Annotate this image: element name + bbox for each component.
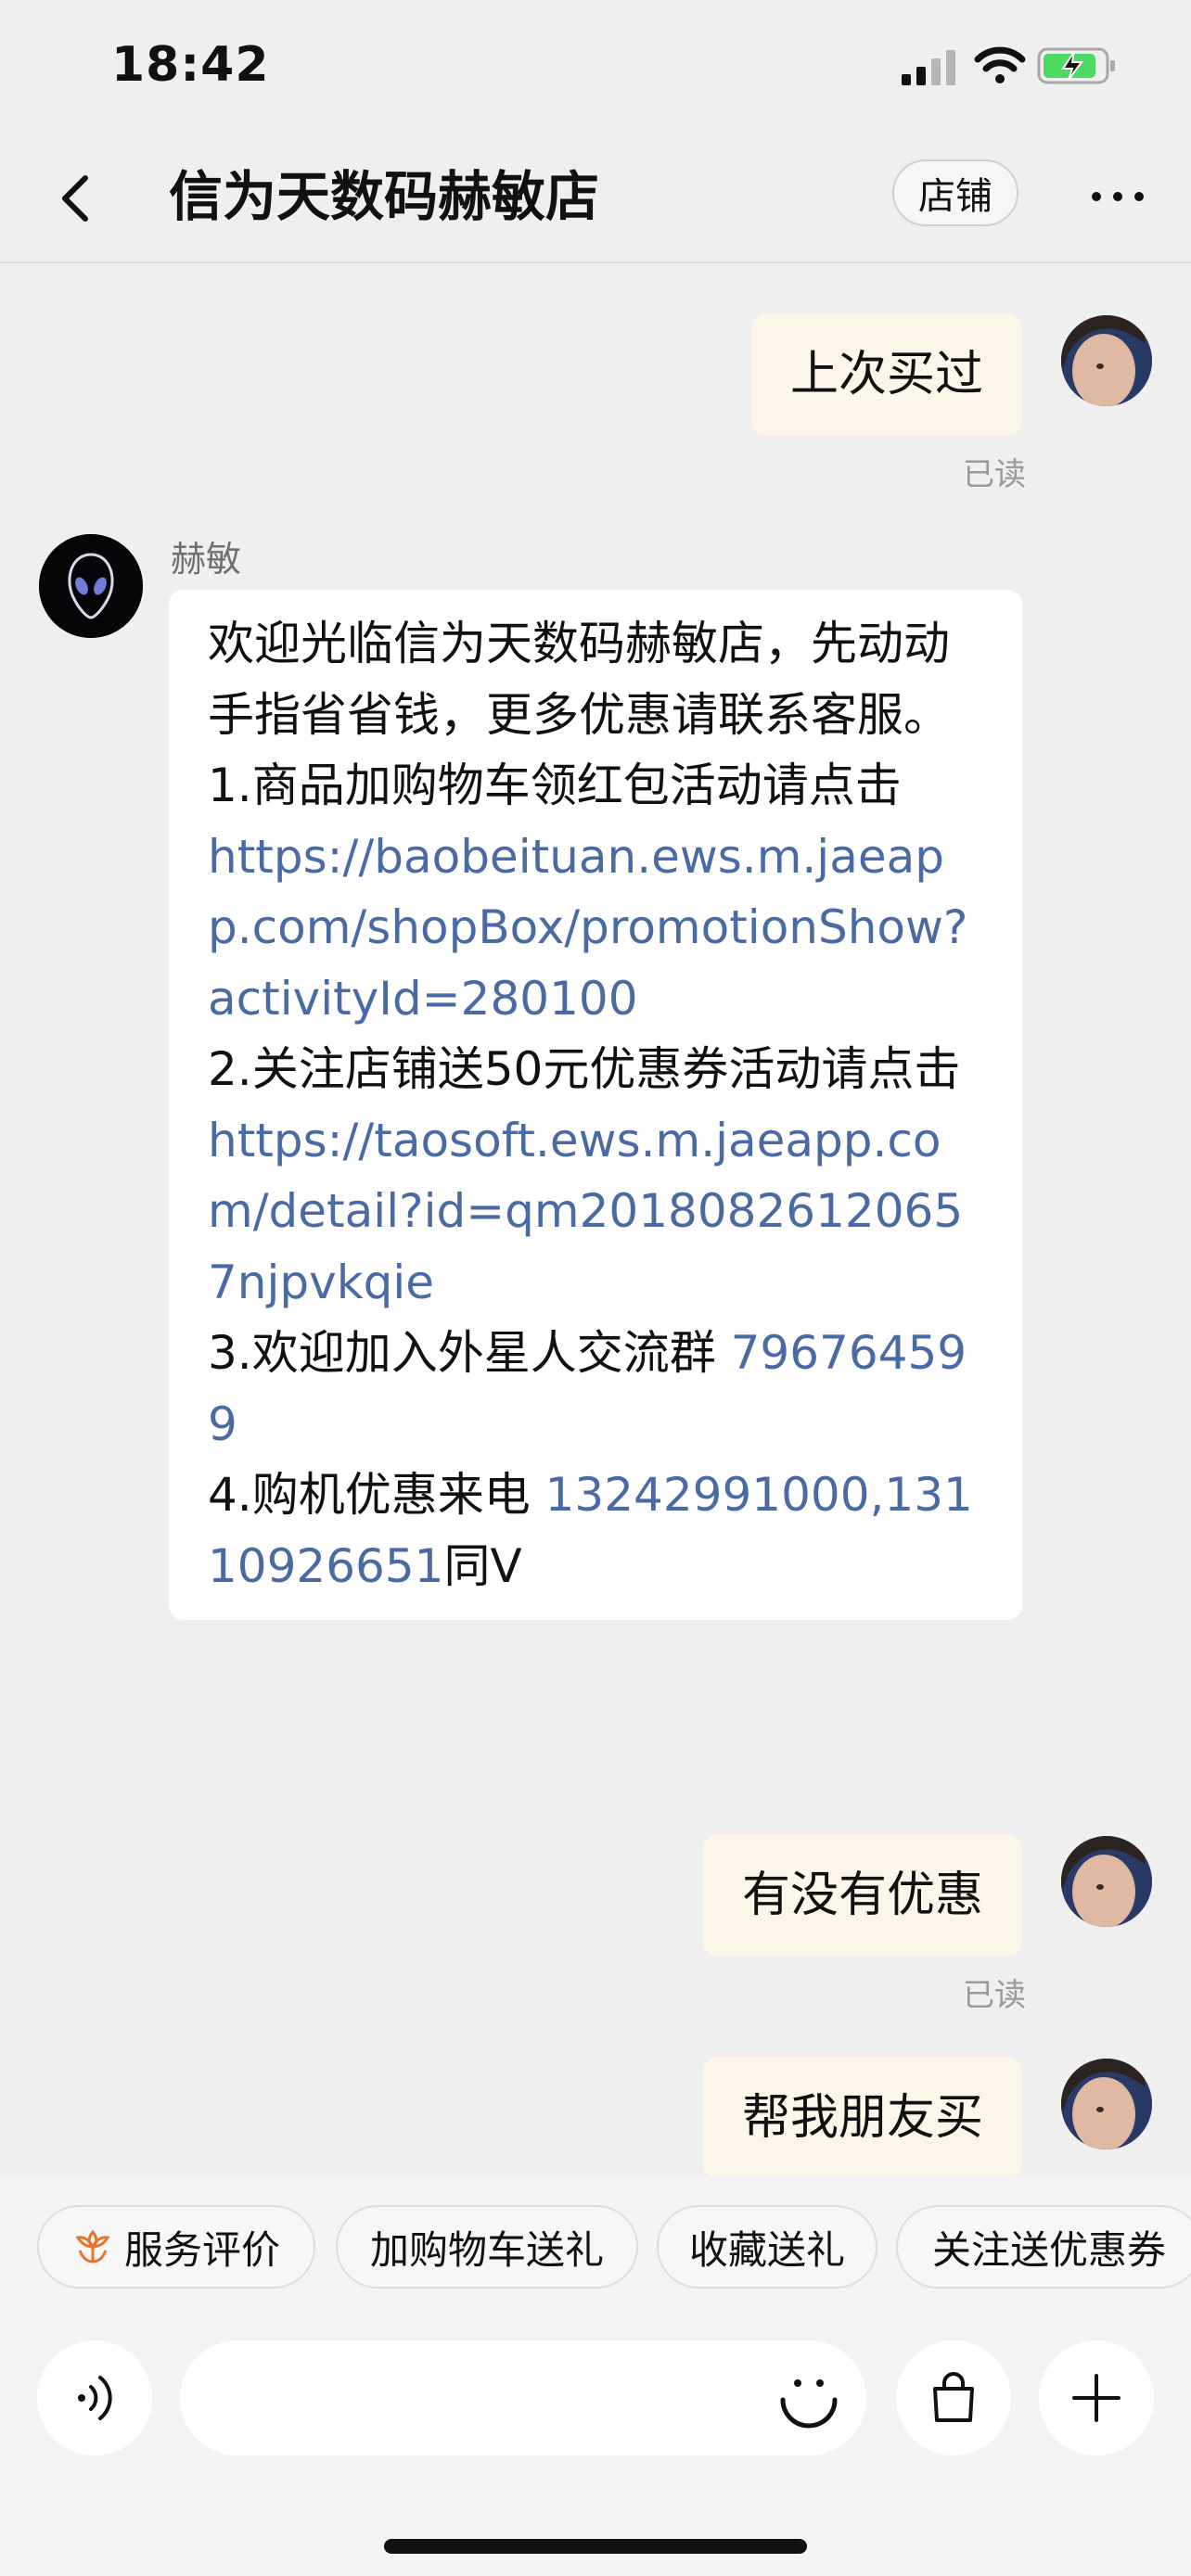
- product-bag-button[interactable]: [896, 2340, 1011, 2455]
- shop-button[interactable]: 店铺: [892, 159, 1018, 226]
- message-line: 欢迎光临信为天数码赫敏店，先动动手指省省钱，更多优惠请联系客服。: [208, 617, 950, 742]
- message-line: 4.购机优惠来电 13242991000,13110926651同V: [208, 1460, 983, 1601]
- group-label: 3.欢迎加入外星人交流群: [208, 1326, 731, 1380]
- chat-area[interactable]: 上次买过 已读 赫敏 欢迎光临信为天数码赫敏店，先动动手指省省钱，更多优惠请联系…: [0, 263, 1191, 2177]
- back-arrow-icon[interactable]: [48, 161, 104, 236]
- follow-coupon-chip[interactable]: 关注送优惠券: [896, 2205, 1191, 2289]
- shopping-bag-icon: [933, 2372, 974, 2422]
- phone-label: 4.购机优惠来电: [208, 1468, 545, 1522]
- sender-name: 赫敏: [171, 539, 242, 580]
- phone-suffix: 同V: [443, 1538, 522, 1593]
- plus-icon: [1072, 2374, 1121, 2422]
- more-plus-button[interactable]: [1039, 2340, 1154, 2455]
- quick-action-bar: 服务评价 加购物车送礼 收藏送礼 关注送优惠券: [0, 2177, 1191, 2315]
- incoming-message-bubble[interactable]: 欢迎光临信为天数码赫敏店，先动动手指省省钱，更多优惠请联系客服。 1.商品加购物…: [169, 590, 1022, 1620]
- message-text: 上次买过: [789, 347, 983, 402]
- page-title: 信为天数码赫敏店: [169, 165, 600, 228]
- message-line: 2.关注店铺送50元优惠券活动请点击: [208, 1042, 961, 1096]
- wifi-icon: [974, 46, 1026, 83]
- user-avatar[interactable]: [1061, 315, 1152, 406]
- user-avatar[interactable]: [1061, 1836, 1152, 1927]
- battery-charging-icon: [1037, 47, 1115, 84]
- message-line: 3.欢迎加入外星人交流群 796764599: [208, 1318, 983, 1460]
- user-avatar[interactable]: [1061, 2059, 1152, 2149]
- message-input[interactable]: [180, 2340, 866, 2455]
- chip-label: 加购物车送礼: [369, 2226, 604, 2273]
- home-indicator: [384, 2539, 807, 2554]
- add-to-cart-gift-chip[interactable]: 加购物车送礼: [336, 2205, 638, 2289]
- service-rating-chip[interactable]: 服务评价: [37, 2205, 315, 2289]
- input-bar: [0, 2315, 1191, 2576]
- chip-label: 关注送优惠券: [931, 2226, 1166, 2273]
- read-receipt: 已读: [963, 1977, 1026, 2014]
- emoji-icon[interactable]: [775, 2366, 842, 2433]
- outgoing-message-bubble[interactable]: 有没有优惠: [702, 1834, 1022, 1957]
- cellular-signal-icon: [902, 50, 955, 85]
- message-line: 1.商品加购物车领红包活动请点击: [208, 759, 902, 812]
- promotion-link[interactable]: https://baobeituan.ews.m.jaeapp.com/shop…: [208, 822, 983, 1035]
- voice-button[interactable]: [37, 2340, 152, 2455]
- voice-icon: [78, 2376, 112, 2420]
- chip-label: 服务评价: [123, 2226, 280, 2273]
- read-receipt: 已读: [963, 456, 1026, 493]
- chip-label: 收藏送礼: [688, 2226, 845, 2273]
- status-time: 18:42: [111, 37, 270, 93]
- message-text: 帮我朋友买: [741, 2090, 983, 2146]
- outgoing-message-bubble[interactable]: 上次买过: [750, 313, 1022, 436]
- favorite-gift-chip[interactable]: 收藏送礼: [657, 2205, 877, 2289]
- message-text: 有没有优惠: [741, 1868, 983, 1923]
- status-bar: 18:42: [0, 0, 1191, 132]
- outgoing-message-bubble[interactable]: 帮我朋友买: [702, 2057, 1022, 2177]
- shop-avatar[interactable]: [39, 534, 143, 638]
- flower-icon: [75, 2229, 110, 2264]
- follow-shop-link[interactable]: https://taosoft.ews.m.jaeapp.com/detail?…: [208, 1105, 983, 1319]
- nav-bar: 信为天数码赫敏店 店铺: [0, 132, 1191, 263]
- more-options-icon[interactable]: [1085, 169, 1150, 224]
